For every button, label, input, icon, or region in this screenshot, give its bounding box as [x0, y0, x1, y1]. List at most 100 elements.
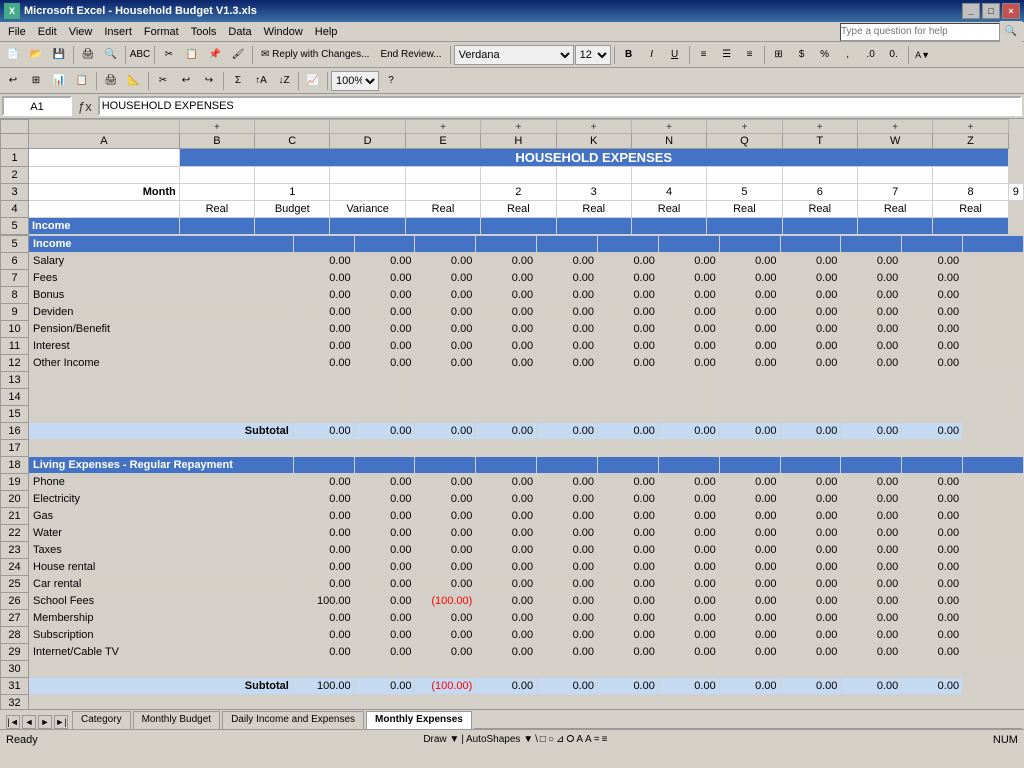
cell-real9[interactable]: Real [933, 201, 1008, 218]
row-num[interactable]: 28 [1, 627, 29, 644]
data-value-cell[interactable]: 0.00 [719, 508, 780, 525]
data-value-cell[interactable]: 0.00 [841, 270, 902, 287]
data-value-cell[interactable]: 0.00 [780, 525, 841, 542]
empty-cell[interactable] [29, 695, 294, 710]
currency-button[interactable]: $ [791, 44, 813, 66]
cell-month-7[interactable]: 7 [857, 184, 932, 201]
data-value-cell[interactable]: 0.00 [537, 321, 598, 338]
row-num[interactable]: 10 [1, 321, 29, 338]
data-value-cell[interactable]: 0.00 [902, 321, 963, 338]
data-value-cell[interactable]: 0.00 [658, 355, 719, 372]
data-value-cell[interactable]: 0.00 [354, 321, 415, 338]
data-value-cell[interactable]: 0.00 [841, 542, 902, 559]
merge-center-button[interactable]: ⊞ [768, 44, 790, 66]
data-value-cell[interactable]: 0.00 [354, 474, 415, 491]
section-header-cell[interactable]: Living Expenses - Regular Repayment [29, 457, 294, 474]
data-value-cell[interactable]: 0.00 [354, 253, 415, 270]
data-value-cell[interactable]: 0.00 [354, 270, 415, 287]
data-value-cell[interactable]: 0.00 [415, 287, 476, 304]
data-value-cell[interactable]: 0.00 [902, 559, 963, 576]
cell[interactable] [481, 218, 556, 235]
data-value-cell[interactable]: 0.00 [537, 270, 598, 287]
menu-tools[interactable]: Tools [185, 24, 223, 40]
data-value-cell[interactable]: 0.00 [354, 593, 415, 610]
row-num[interactable]: 8 [1, 287, 29, 304]
row-num[interactable]: 2 [1, 167, 29, 184]
data-value-cell[interactable]: 0.00 [598, 610, 659, 627]
empty-cell[interactable] [29, 389, 294, 406]
data-value-cell[interactable]: 0.00 [476, 253, 537, 270]
cell[interactable] [405, 167, 480, 184]
data-value-cell[interactable]: 0.00 [598, 593, 659, 610]
subtotal-value-cell[interactable]: 0.00 [476, 678, 537, 695]
data-value-cell[interactable]: 0.00 [902, 491, 963, 508]
print-preview-button[interactable]: 🔍 [100, 44, 122, 66]
col-k-header[interactable]: K [556, 134, 631, 149]
data-value-cell[interactable]: 0.00 [354, 644, 415, 661]
data-value-cell[interactable]: 0.00 [476, 304, 537, 321]
subtotal-value-cell[interactable]: 0.00 [841, 423, 902, 440]
data-value-cell[interactable]: 0.00 [841, 287, 902, 304]
data-value-cell[interactable]: 0.00 [415, 253, 476, 270]
data-label-cell[interactable]: Interest [29, 338, 294, 355]
data-value-cell[interactable]: 0.00 [658, 542, 719, 559]
open-button[interactable]: 📂 [25, 44, 47, 66]
row-num[interactable]: 15 [1, 406, 29, 423]
data-value-cell[interactable]: 0.00 [658, 253, 719, 270]
subtotal-value-cell[interactable]: 0.00 [537, 423, 598, 440]
data-value-cell[interactable]: 0.00 [841, 304, 902, 321]
row-num[interactable]: 13 [1, 372, 29, 389]
data-value-cell[interactable]: 0.00 [293, 270, 354, 287]
cell[interactable] [631, 167, 706, 184]
tab-category[interactable]: Category [72, 711, 131, 729]
data-value-cell[interactable]: 0.00 [476, 542, 537, 559]
increase-decimal-button[interactable]: .0 [860, 44, 882, 66]
cell[interactable] [29, 149, 180, 167]
data-value-cell[interactable]: 0.00 [598, 355, 659, 372]
subtotal-value-cell[interactable]: 0.00 [415, 423, 476, 440]
data-value-cell[interactable]: 0.00 [354, 559, 415, 576]
data-value-cell[interactable]: 0.00 [537, 253, 598, 270]
data-value-cell[interactable]: 0.00 [902, 355, 963, 372]
row-num[interactable]: 31 [1, 678, 29, 695]
cell[interactable] [782, 218, 857, 235]
minimize-button[interactable]: _ [962, 3, 980, 19]
tb2-sort-desc-btn[interactable]: ↓Z [273, 70, 295, 92]
data-value-cell[interactable]: 0.00 [841, 627, 902, 644]
data-value-cell[interactable]: 0.00 [841, 559, 902, 576]
data-value-cell[interactable]: 0.00 [902, 270, 963, 287]
data-value-cell[interactable]: 0.00 [537, 644, 598, 661]
data-value-cell[interactable]: 0.00 [719, 593, 780, 610]
tb2-sort-asc-btn[interactable]: ↑A [250, 70, 272, 92]
data-value-cell[interactable]: 0.00 [293, 474, 354, 491]
cell[interactable] [179, 218, 254, 235]
data-value-cell[interactable]: 0.00 [476, 338, 537, 355]
data-value-cell[interactable]: 0.00 [415, 559, 476, 576]
data-value-cell[interactable]: 0.00 [293, 542, 354, 559]
cell-month-1[interactable]: 1 [255, 184, 330, 201]
data-value-cell[interactable]: 0.00 [658, 270, 719, 287]
data-value-cell[interactable]: 100.00 [293, 593, 354, 610]
data-value-cell[interactable]: 0.00 [293, 338, 354, 355]
cell-real6[interactable]: Real [707, 201, 782, 218]
data-value-cell[interactable]: 0.00 [476, 474, 537, 491]
data-value-cell[interactable]: 0.00 [598, 474, 659, 491]
data-value-cell[interactable]: 0.00 [476, 610, 537, 627]
cell[interactable] [857, 167, 932, 184]
save-button[interactable]: 💾 [48, 44, 70, 66]
data-value-cell[interactable]: 0.00 [415, 525, 476, 542]
decrease-decimal-button[interactable]: 0. [883, 44, 905, 66]
data-value-cell[interactable]: 0.00 [841, 321, 902, 338]
row-num[interactable]: 19 [1, 474, 29, 491]
data-value-cell[interactable]: 0.00 [841, 593, 902, 610]
data-value-cell[interactable]: 0.00 [902, 253, 963, 270]
paste-button[interactable]: 📌 [204, 44, 226, 66]
row-num[interactable]: 16 [1, 423, 29, 440]
subtotal-label-cell[interactable]: Subtotal [29, 678, 294, 695]
data-value-cell[interactable]: 0.00 [293, 576, 354, 593]
data-value-cell[interactable]: 0.00 [658, 610, 719, 627]
data-value-cell[interactable]: 0.00 [780, 355, 841, 372]
format-painter-button[interactable]: 🖌 [227, 44, 249, 66]
data-value-cell[interactable]: 0.00 [354, 338, 415, 355]
row-num[interactable]: 14 [1, 389, 29, 406]
